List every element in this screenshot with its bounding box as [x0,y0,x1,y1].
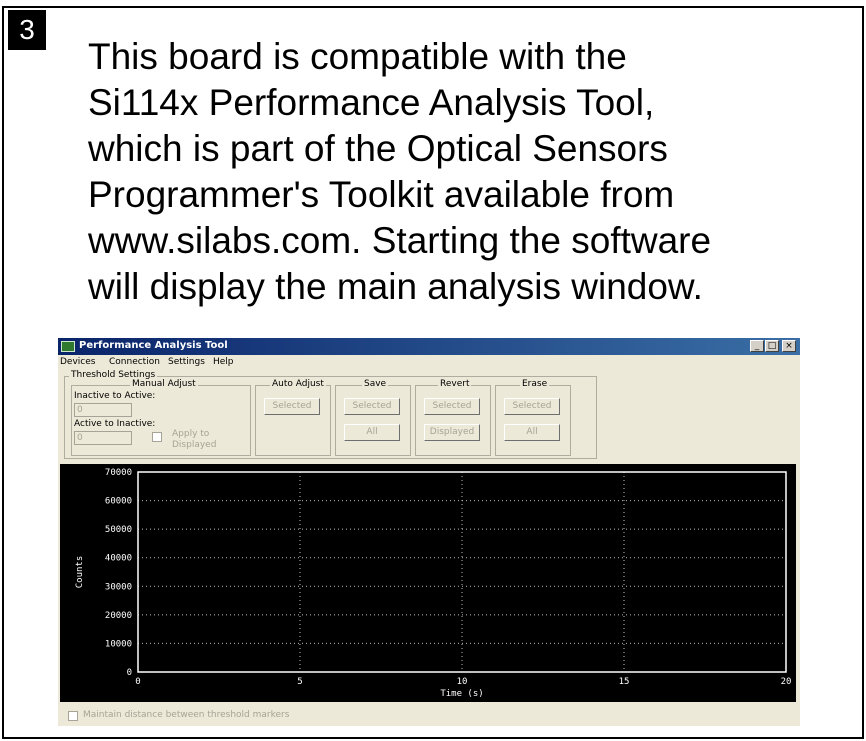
y-tick-label: 70000 [105,468,132,478]
x-tick-label: 10 [457,677,468,687]
y-tick-label: 60000 [105,497,132,507]
y-tick-label: 30000 [105,582,132,592]
maximize-button[interactable]: □ [765,340,779,352]
y-tick-label: 40000 [105,554,132,564]
save-all-button[interactable]: All [344,424,400,441]
manual-adjust-label: Manual Adjust [130,379,198,389]
x-tick-label: 20 [781,677,792,687]
menu-connection[interactable]: Connection [109,357,160,367]
y-tick-label: 50000 [105,525,132,535]
y-tick-label: 20000 [105,611,132,621]
revert-label: Revert [438,379,472,389]
menu-bar: Devices Connection Settings Help [58,355,800,369]
erase-all-button[interactable]: All [504,424,560,441]
erase-label: Erase [520,379,550,389]
app-window: Performance Analysis Tool _ □ × Devices … [58,338,800,726]
revert-group: Revert Selected Displayed [415,379,491,456]
menu-help[interactable]: Help [213,357,234,367]
close-button[interactable]: × [782,340,796,352]
intro-line: which is part of the Optical Sensors [88,128,668,169]
active-to-inactive-field[interactable]: 0 [74,431,132,445]
window-title: Performance Analysis Tool [79,340,228,351]
intro-line: will display the main analysis window. [88,266,703,307]
apply-to-displayed-label: Apply to Displayed [172,429,216,451]
x-tick-label: 5 [297,677,302,687]
apply-to-displayed-checkbox[interactable] [152,432,162,442]
intro-line: www.silabs.com. Starting the software [88,220,712,261]
step-number-badge: 3 [8,10,46,50]
intro-text: This board is compatible with the Si114x… [88,34,848,310]
maintain-distance-checkbox[interactable] [68,711,78,721]
menu-settings[interactable]: Settings [168,357,205,367]
x-tick-label: 15 [619,677,630,687]
y-axis-label: Counts [75,556,85,589]
erase-group: Erase Selected All [495,379,571,456]
chart-svg: 0 10000 20000 30000 40000 50000 60000 70000 0 5 10… [75,468,792,699]
save-label: Save [362,379,389,389]
apply-label-line: Apply to [172,429,210,439]
save-group: Save Selected All [335,379,411,456]
app-icon [61,341,75,352]
x-axis-label: Time (s) [440,689,483,699]
inactive-to-active-label: Inactive to Active: [74,391,156,401]
counts-chart: 0 10000 20000 30000 40000 50000 60000 70000 0 5 10… [60,464,796,702]
manual-adjust-group: Manual Adjust Inactive to Active: 0 Acti… [71,379,251,456]
save-selected-button[interactable]: Selected [344,398,400,415]
auto-adjust-selected-button[interactable]: Selected [264,398,320,415]
erase-selected-button[interactable]: Selected [504,398,560,415]
active-to-inactive-label: Active to Inactive: [74,419,156,429]
title-bar[interactable]: Performance Analysis Tool _ □ × [58,338,800,355]
intro-line: Programmer's Toolkit available from [88,174,675,215]
revert-displayed-button[interactable]: Displayed [424,424,480,441]
maintain-distance-label: Maintain distance between threshold mark… [83,710,290,720]
auto-adjust-label: Auto Adjust [270,379,326,389]
inactive-to-active-field[interactable]: 0 [74,403,132,417]
minimize-button[interactable]: _ [750,340,764,352]
y-tick-label: 0 [127,668,132,678]
revert-selected-button[interactable]: Selected [424,398,480,415]
x-tick-label: 0 [135,677,140,687]
intro-line: This board is compatible with the [88,36,627,77]
y-tick-label: 10000 [105,639,132,649]
apply-label-line: Displayed [172,440,217,450]
threshold-settings-group: Threshold Settings Manual Adjust Inactiv… [64,370,597,459]
menu-devices[interactable]: Devices [60,357,95,367]
auto-adjust-group: Auto Adjust Selected [255,379,331,456]
intro-line: Si114x Performance Analysis Tool, [88,82,655,123]
